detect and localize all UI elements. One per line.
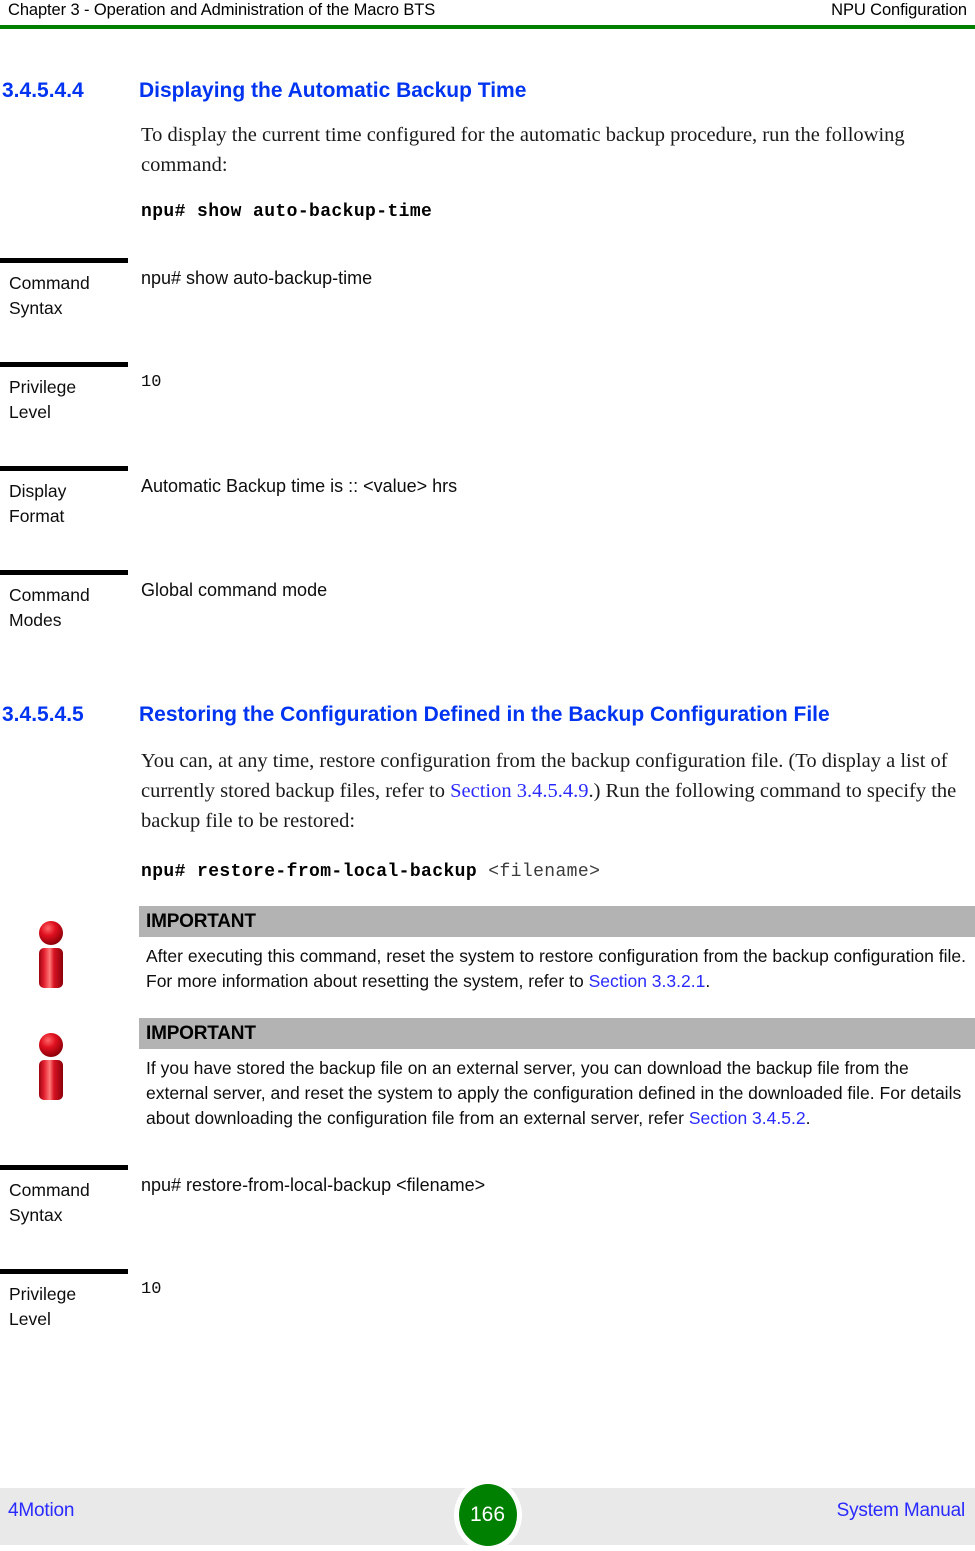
- notice-text-after-link: .: [705, 971, 711, 991]
- footer-document-name: System Manual: [836, 1500, 966, 1521]
- important-notice-2: IMPORTANT If you have stored the backup …: [0, 1018, 975, 1131]
- notice-title-bar: IMPORTANT: [139, 906, 975, 937]
- cli-command-restore-from-local-backup: npu# restore-from-local-backup <filename…: [141, 860, 975, 884]
- important-notice-1: IMPORTANT After executing this command, …: [0, 906, 975, 994]
- section-paragraph: To display the current time configured f…: [141, 124, 905, 176]
- page-number-badge: 166: [453, 1479, 522, 1551]
- parameter-table-restore-from-local-backup: Command Syntax npu# restore-from-local-b…: [0, 1165, 975, 1373]
- notice-text: After executing this command, reset the …: [139, 937, 975, 994]
- table-row-value: npu# restore-from-local-backup <filename…: [141, 1175, 486, 1195]
- page-header: Chapter 3 - Operation and Administration…: [0, 0, 975, 28]
- table-row-value: 10: [141, 1280, 162, 1299]
- table-row: Command Syntax npu# restore-from-local-b…: [0, 1165, 975, 1269]
- table-row: Command Syntax npu# show auto-backup-tim…: [0, 258, 975, 362]
- cli-command-argument: <filename>: [488, 862, 601, 882]
- table-row-value: 10: [141, 373, 162, 392]
- footer-product-name: 4Motion: [8, 1500, 75, 1521]
- table-row-value: npu# show auto-backup-time: [141, 268, 373, 288]
- table-row-label: Command Syntax: [0, 258, 128, 362]
- notice-body: IMPORTANT After executing this command, …: [139, 906, 975, 994]
- table-row-label: Privilege Level: [0, 362, 128, 466]
- notice-text-after-link: .: [805, 1108, 811, 1128]
- section-title: Restoring the Configuration Defined in t…: [139, 703, 830, 726]
- table-row-value: Automatic Backup time is :: <value> hrs: [141, 476, 458, 496]
- cross-reference-link-3-4-5-2[interactable]: Section 3.4.5.2: [689, 1108, 806, 1128]
- notice-text: If you have stored the backup file on an…: [139, 1049, 975, 1131]
- info-icon: [26, 914, 84, 992]
- cross-reference-link-3-4-5-4-9[interactable]: Section 3.4.5.4.9: [450, 780, 588, 802]
- parameter-table-show-auto-backup-time: Command Syntax npu# show auto-backup-tim…: [0, 258, 975, 656]
- header-chapter-title: Chapter 3 - Operation and Administration…: [8, 1, 436, 19]
- page-content: 3.4.5.4.4 Displaying the Automatic Backu…: [0, 29, 975, 1373]
- section-title: Displaying the Automatic Backup Time: [139, 79, 527, 102]
- cross-reference-link-3-3-2-1[interactable]: Section 3.3.2.1: [589, 971, 706, 991]
- section-paragraph: You can, at any time, restore configurat…: [141, 746, 967, 836]
- table-row-value: Global command mode: [141, 580, 328, 600]
- section-number: 3.4.5.4.4: [2, 79, 84, 102]
- notice-body: IMPORTANT If you have stored the backup …: [139, 1018, 975, 1131]
- page-footer: 4Motion 166 System Manual: [0, 1479, 975, 1551]
- table-row: Command Modes Global command mode: [0, 570, 975, 656]
- header-section-title: NPU Configuration: [831, 1, 967, 19]
- table-row: Display Format Automatic Backup time is …: [0, 466, 975, 570]
- table-row-label: Display Format: [0, 466, 128, 570]
- table-row-label: Command Syntax: [0, 1165, 128, 1269]
- table-row-label: Command Modes: [0, 570, 128, 656]
- table-row-label: Privilege Level: [0, 1269, 128, 1373]
- section-heading-3-4-5-4-4: 3.4.5.4.4 Displaying the Automatic Backu…: [0, 78, 975, 104]
- table-row: Privilege Level 10: [0, 1269, 975, 1373]
- notice-text-before-link: After executing this command, reset the …: [146, 946, 966, 991]
- cli-command-text: npu# show auto-backup-time: [141, 202, 433, 222]
- notice-title-bar: IMPORTANT: [139, 1018, 975, 1049]
- section-heading-3-4-5-4-5: 3.4.5.4.5 Restoring the Configuration De…: [0, 702, 975, 728]
- cli-command-show-auto-backup-time: npu# show auto-backup-time: [141, 200, 975, 224]
- info-icon: [26, 1026, 84, 1104]
- notice-text-before-link: If you have stored the backup file on an…: [146, 1058, 962, 1128]
- cli-command-text: npu# restore-from-local-backup: [141, 862, 478, 882]
- table-row: Privilege Level 10: [0, 362, 975, 466]
- section-number: 3.4.5.4.5: [2, 703, 84, 726]
